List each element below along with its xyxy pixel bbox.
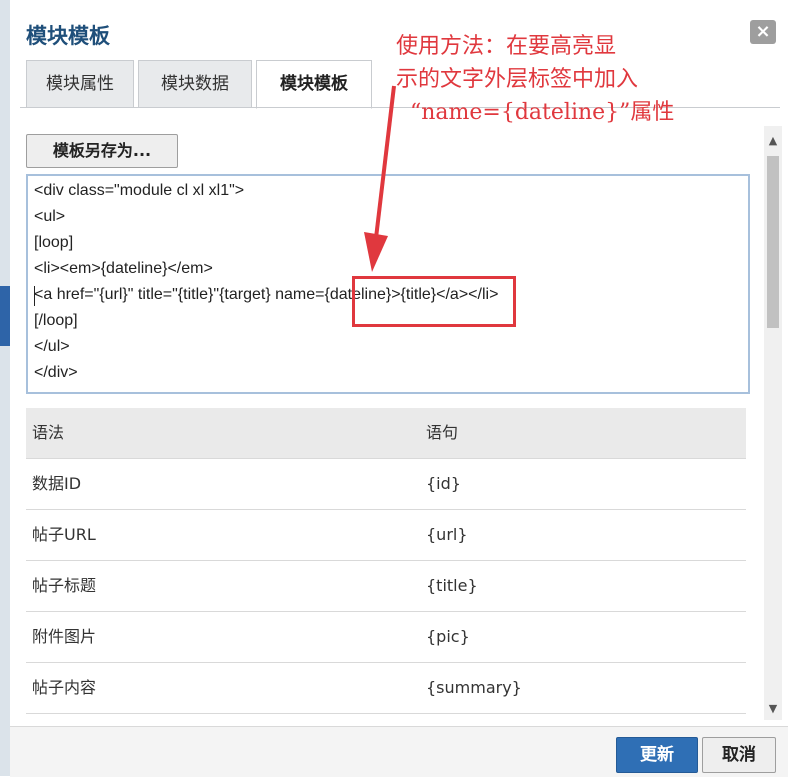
table-row: 帖子标题 {title}	[26, 561, 746, 612]
dialog-title: 模块模板	[26, 24, 110, 48]
dialog-footer: 更新 取消	[10, 726, 788, 777]
save-template-as-button[interactable]: 模板另存为...	[26, 134, 178, 168]
syntax-cell: 数据ID	[32, 474, 82, 493]
template-panel: 模板另存为... <div class="module cl xl xl1"> …	[10, 108, 782, 726]
annotation-line: 使用方法：在要高亮显	[396, 34, 617, 59]
code-line: <li><em>{dateline}</em>	[34, 260, 213, 277]
statement-cell: {summary}	[426, 678, 522, 697]
code-line: </ul>	[34, 338, 70, 355]
table-row: 帖子URL {url}	[26, 510, 746, 561]
tab-module-template[interactable]: 模块模板	[256, 60, 372, 109]
syntax-cell: 附件图片	[32, 627, 97, 646]
tab-module-properties[interactable]: 模块属性	[26, 60, 134, 108]
table-header-row: 语法 语句	[26, 408, 746, 459]
vertical-scrollbar[interactable]: ▲ ▼	[764, 126, 782, 720]
header-statement: 语句	[426, 423, 459, 442]
code-line: [/loop]	[34, 312, 78, 329]
code-line: <div class="module cl xl xl1">	[34, 182, 245, 199]
table-row: 附件图片 {pic}	[26, 612, 746, 663]
statement-cell: {id}	[426, 474, 461, 493]
syntax-cell: 帖子URL	[32, 525, 96, 544]
annotation-line: “name={dateline}”属性	[410, 100, 675, 125]
header-syntax: 语法	[32, 423, 65, 442]
statement-cell: {title}	[426, 576, 478, 595]
update-button[interactable]: 更新	[616, 737, 698, 773]
scrollbar-thumb[interactable]	[767, 156, 779, 328]
statement-cell: {url}	[426, 525, 468, 544]
scroll-down-arrow-icon[interactable]: ▼	[764, 702, 782, 716]
code-line: </div>	[34, 364, 78, 381]
syntax-cell: 帖子标题	[32, 576, 97, 595]
scroll-up-arrow-icon[interactable]: ▲	[764, 134, 782, 148]
code-line: <ul>	[34, 208, 66, 225]
tab-module-data[interactable]: 模块数据	[138, 60, 252, 108]
table-row: 帖子内容 {summary}	[26, 663, 746, 714]
highlight-box	[352, 276, 516, 327]
code-line: [loop]	[34, 234, 74, 251]
statement-cell: {pic}	[426, 627, 470, 646]
annotation-line: 示的文字外层标签中加入	[396, 67, 639, 92]
text-caret	[34, 286, 35, 306]
cancel-button[interactable]: 取消	[702, 737, 776, 773]
background-selected-strip	[0, 286, 10, 346]
background-window-strip	[0, 0, 10, 776]
syntax-cell: 帖子内容	[32, 678, 97, 697]
table-row: 数据ID {id}	[26, 459, 746, 510]
usage-annotation: 使用方法：在要高亮显 示的文字外层标签中加入 “name={dateline}”…	[396, 30, 768, 129]
